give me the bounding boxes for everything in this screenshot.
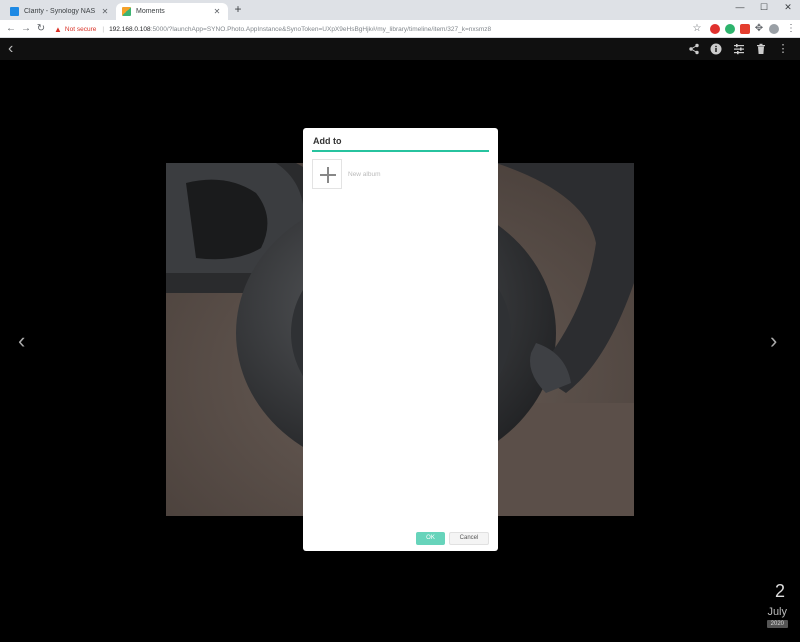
new-album-item[interactable]: New album bbox=[312, 159, 492, 189]
extension-icon[interactable] bbox=[740, 24, 750, 34]
trash-icon[interactable] bbox=[755, 43, 767, 55]
close-window-button[interactable]: ✕ bbox=[776, 2, 800, 13]
new-tab-button[interactable]: + bbox=[232, 3, 244, 16]
ok-button[interactable]: OK bbox=[416, 532, 445, 545]
adjust-sliders-icon[interactable] bbox=[733, 43, 745, 55]
tab-label: Moments bbox=[136, 8, 165, 15]
moments-favicon-icon bbox=[122, 7, 131, 16]
info-icon[interactable] bbox=[710, 43, 722, 55]
profile-avatar[interactable] bbox=[769, 24, 779, 34]
menu-icon[interactable]: ⋮ bbox=[784, 22, 798, 36]
close-icon[interactable]: ✕ bbox=[212, 7, 222, 16]
minimize-button[interactable]: — bbox=[728, 2, 752, 12]
dialog-title: Add to bbox=[313, 136, 342, 146]
url-path: :5000/?launchApp=SYNO.Photo.AppInstance&… bbox=[150, 25, 492, 33]
maximize-button[interactable]: ☐ bbox=[752, 2, 776, 13]
cancel-button[interactable]: Cancel bbox=[449, 532, 489, 545]
close-icon[interactable]: ✕ bbox=[100, 7, 110, 16]
viewer-toolbar: ‹ ⋮ bbox=[0, 38, 800, 60]
puzzle-extensions-icon[interactable]: ✥ bbox=[752, 22, 766, 36]
tab-synology-nas[interactable]: Clarity - Synology NAS ✕ bbox=[4, 3, 116, 20]
next-photo-chevron-icon[interactable]: › bbox=[770, 328, 777, 354]
more-vertical-icon[interactable]: ⋮ bbox=[777, 43, 789, 55]
date-day: 2 bbox=[774, 581, 785, 601]
back-arrow-icon[interactable]: ← bbox=[4, 22, 18, 36]
browser-tab-strip: Clarity - Synology NAS ✕ Moments ✕ + — ☐… bbox=[0, 0, 800, 20]
back-chevron-icon[interactable]: ‹ bbox=[8, 41, 22, 57]
title-underline bbox=[312, 150, 489, 152]
bookmark-star-icon[interactable]: ☆ bbox=[690, 22, 704, 36]
tab-label: Clarity - Synology NAS bbox=[24, 8, 96, 15]
previous-photo-chevron-icon[interactable]: ‹ bbox=[18, 328, 25, 354]
share-icon[interactable] bbox=[688, 43, 700, 55]
address-bar[interactable]: ▲ Not secure | 192.168.0.108 :5000/?laun… bbox=[54, 22, 684, 36]
new-album-label: New album bbox=[348, 170, 381, 178]
opera-extension-icon[interactable] bbox=[710, 24, 720, 34]
url-host: 192.168.0.108 bbox=[109, 25, 151, 33]
grammarly-extension-icon[interactable] bbox=[725, 24, 735, 34]
add-to-dialog: Add to New album OK Cancel bbox=[303, 128, 498, 551]
tab-moments[interactable]: Moments ✕ bbox=[116, 3, 228, 20]
plus-icon[interactable] bbox=[312, 159, 342, 189]
synology-favicon-icon bbox=[10, 7, 19, 16]
divider: | bbox=[102, 25, 105, 33]
reload-icon[interactable]: ↻ bbox=[34, 22, 48, 36]
not-secure-label: Not secure bbox=[64, 25, 97, 33]
browser-toolbar: ← → ↻ ▲ Not secure | 192.168.0.108 :5000… bbox=[0, 20, 800, 38]
date-month: July bbox=[767, 606, 787, 618]
warning-icon: ▲ bbox=[54, 24, 62, 34]
forward-arrow-icon[interactable]: → bbox=[19, 22, 33, 36]
date-year-badge: 2020 bbox=[766, 620, 788, 628]
